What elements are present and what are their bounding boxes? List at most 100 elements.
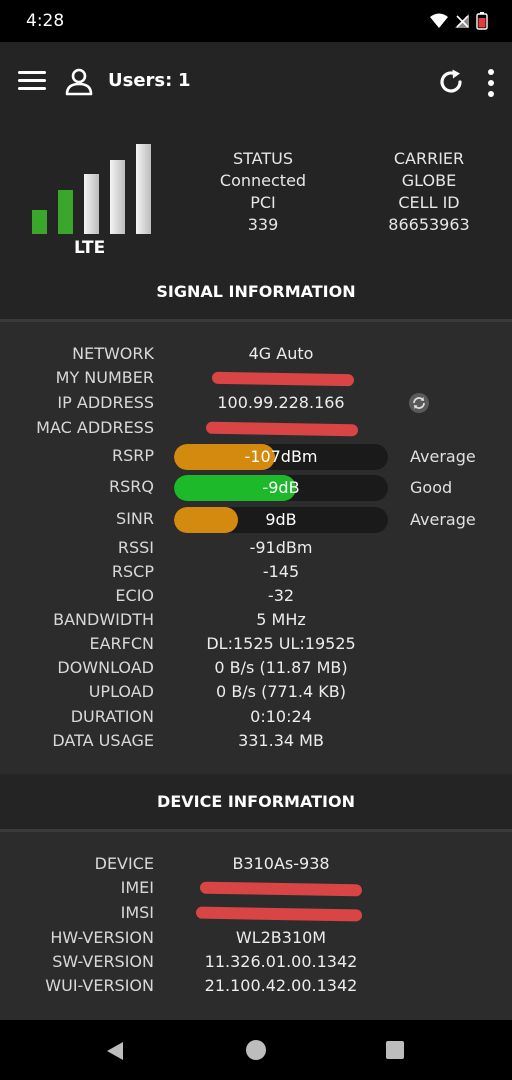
- home-icon[interactable]: [245, 1039, 267, 1061]
- signal-bar-3: [84, 174, 99, 234]
- status-bar: 4:28: [0, 0, 512, 42]
- hw-version-label: HW-VERSION: [50, 928, 154, 947]
- sinr-meter: 9dB: [174, 507, 388, 533]
- row-sinr: SINR 9dB Average: [0, 507, 512, 533]
- device-section-header: DEVICE INFORMATION: [0, 774, 512, 830]
- signal-strength-bars: [32, 142, 152, 234]
- rsrp-label: RSRP: [111, 446, 154, 465]
- row-hw-version: HW-VERSION WL2B310M: [0, 926, 512, 950]
- row-device: DEVICE B310As-938: [0, 852, 512, 876]
- carrier-label: CARRIER: [393, 149, 465, 168]
- status-time: 4:28: [26, 11, 65, 31]
- row-upload: UPLOAD 0 B/s (771.4 KB): [0, 680, 512, 704]
- ecio-value: -32: [267, 586, 295, 605]
- rsrq-quality: Good: [410, 478, 453, 497]
- redacted-mac-address: [205, 421, 359, 437]
- row-earfcn: EARFCN DL:1525 UL:19525: [0, 632, 512, 656]
- row-bandwidth: BANDWIDTH 5 MHz: [0, 608, 512, 632]
- device-value: B310As-938: [232, 854, 330, 873]
- sw-version-value: 11.326.01.00.1342: [204, 952, 358, 971]
- no-signal-icon: [455, 14, 469, 28]
- rsrq-label: RSRQ: [109, 477, 154, 496]
- battery-icon: [476, 12, 488, 30]
- status-label: STATUS: [232, 149, 294, 168]
- rssi-label: RSSI: [117, 538, 154, 557]
- row-duration: DURATION 0:10:24: [0, 705, 512, 729]
- duration-label: DURATION: [70, 707, 154, 726]
- ecio-label: ECIO: [115, 586, 154, 605]
- user-icon: [65, 68, 93, 96]
- wui-version-value: 21.100.42.00.1342: [204, 976, 358, 995]
- row-ip-address: IP ADDRESS 100.99.228.166: [0, 391, 512, 415]
- cell-id-value: 86653963: [388, 215, 470, 234]
- row-sw-version: SW-VERSION 11.326.01.00.1342: [0, 950, 512, 974]
- my-number-label: MY NUMBER: [55, 368, 154, 387]
- more-options-icon[interactable]: [482, 66, 500, 100]
- signal-bar-5: [136, 144, 151, 234]
- refresh-icon[interactable]: [436, 67, 466, 97]
- sw-version-label: SW-VERSION: [52, 952, 154, 971]
- hw-version-value: WL2B310M: [235, 928, 327, 947]
- download-value: 0 B/s (11.87 MB): [214, 658, 348, 677]
- sync-icon[interactable]: [408, 392, 430, 414]
- sinr-quality: Average: [410, 510, 476, 529]
- ip-address-label: IP ADDRESS: [57, 393, 154, 412]
- earfcn-label: EARFCN: [89, 634, 154, 653]
- rsrp-meter: -107dBm: [174, 444, 388, 470]
- carrier-column: CARRIER GLOBE CELL ID 86653963: [364, 148, 494, 236]
- signal-information: NETWORK 4G Auto MY NUMBER IP ADDRESS 100…: [0, 322, 512, 774]
- ip-address-value: 100.99.228.166: [217, 393, 345, 412]
- row-ecio: ECIO -32: [0, 584, 512, 608]
- rsrp-value: -107dBm: [244, 447, 318, 466]
- users-count: 1: [178, 70, 191, 91]
- row-wui-version: WUI-VERSION 21.100.42.00.1342: [0, 974, 512, 998]
- row-data-usage: DATA USAGE 331.34 MB: [0, 729, 512, 753]
- cell-id-label: CELL ID: [398, 193, 460, 212]
- data-usage-value: 331.34 MB: [238, 731, 324, 750]
- redacted-imsi: [195, 906, 363, 922]
- redacted-my-number: [211, 371, 355, 387]
- signal-bar-1: [32, 210, 47, 234]
- row-rssi: RSSI -91dBm: [0, 536, 512, 560]
- earfcn-value: DL:1525 UL:19525: [206, 634, 356, 653]
- row-rsrq: RSRQ -9dB Good: [0, 475, 512, 501]
- rsrq-value: -9dB: [262, 478, 300, 497]
- data-usage-label: DATA USAGE: [52, 731, 154, 750]
- download-label: DOWNLOAD: [57, 658, 154, 677]
- network-value: 4G Auto: [248, 344, 314, 363]
- recents-icon[interactable]: [385, 1040, 405, 1060]
- row-imei: IMEI: [0, 876, 512, 900]
- bandwidth-label: BANDWIDTH: [53, 610, 154, 629]
- rsrq-meter: -9dB: [174, 475, 388, 501]
- redacted-imei: [199, 881, 363, 897]
- status-icons: [430, 12, 488, 30]
- device-label: DEVICE: [94, 854, 154, 873]
- upload-label: UPLOAD: [88, 682, 154, 701]
- rssi-value: -91dBm: [249, 538, 313, 557]
- rscp-label: RSCP: [111, 562, 154, 581]
- connection-summary: LTE STATUS Connected PCI 339 CARRIER GLO…: [0, 120, 512, 320]
- users-label: Users:: [108, 70, 173, 91]
- imsi-label: IMSI: [120, 903, 154, 922]
- imei-label: IMEI: [120, 878, 154, 897]
- wui-version-label: WUI-VERSION: [45, 976, 154, 995]
- network-label: NETWORK: [72, 344, 154, 363]
- status-column: STATUS Connected PCI 339: [198, 148, 328, 236]
- wifi-icon: [430, 13, 448, 28]
- sinr-label: SINR: [116, 509, 154, 528]
- row-network: NETWORK 4G Auto: [0, 342, 512, 366]
- duration-value: 0:10:24: [250, 707, 312, 726]
- row-rscp: RSCP -145: [0, 560, 512, 584]
- row-my-number: MY NUMBER: [0, 366, 512, 390]
- row-download: DOWNLOAD 0 B/s (11.87 MB): [0, 656, 512, 680]
- rscp-value: -145: [262, 562, 300, 581]
- app-bar: Users: 1: [0, 42, 512, 120]
- device-information: DEVICE B310As-938 IMEI IMSI HW-VERSION W…: [0, 832, 512, 1020]
- mac-address-label: MAC ADDRESS: [36, 418, 154, 437]
- pci-label: PCI: [250, 193, 276, 212]
- carrier-value: GLOBE: [401, 171, 457, 190]
- back-icon[interactable]: [104, 1040, 126, 1062]
- network-technology: LTE: [74, 238, 106, 258]
- menu-icon[interactable]: [16, 68, 48, 94]
- signal-section-title: SIGNAL INFORMATION: [156, 282, 356, 301]
